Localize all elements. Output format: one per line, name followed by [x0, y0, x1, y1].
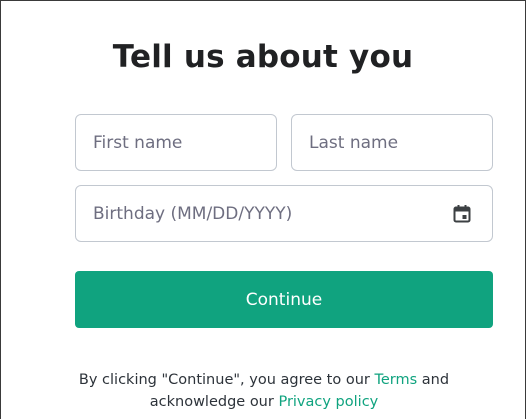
last-name-input[interactable]: [292, 115, 492, 170]
first-name-field[interactable]: [75, 114, 277, 171]
legal-notice: By clicking "Continue", you agree to our…: [41, 369, 487, 413]
signup-dialog: Tell us about you Continue By clicking "…: [0, 0, 526, 419]
legal-prefix-text: By clicking "Continue", you agree to our: [78, 372, 375, 388]
last-name-field[interactable]: [291, 114, 493, 171]
birthday-input[interactable]: [76, 186, 492, 241]
continue-button[interactable]: Continue: [75, 271, 493, 328]
page-title: Tell us about you: [112, 39, 414, 75]
terms-link[interactable]: Terms: [374, 372, 417, 388]
first-name-input[interactable]: [76, 115, 276, 170]
calendar-icon[interactable]: [452, 204, 472, 224]
birthday-field[interactable]: [75, 185, 493, 242]
privacy-policy-link[interactable]: Privacy policy: [278, 394, 378, 410]
